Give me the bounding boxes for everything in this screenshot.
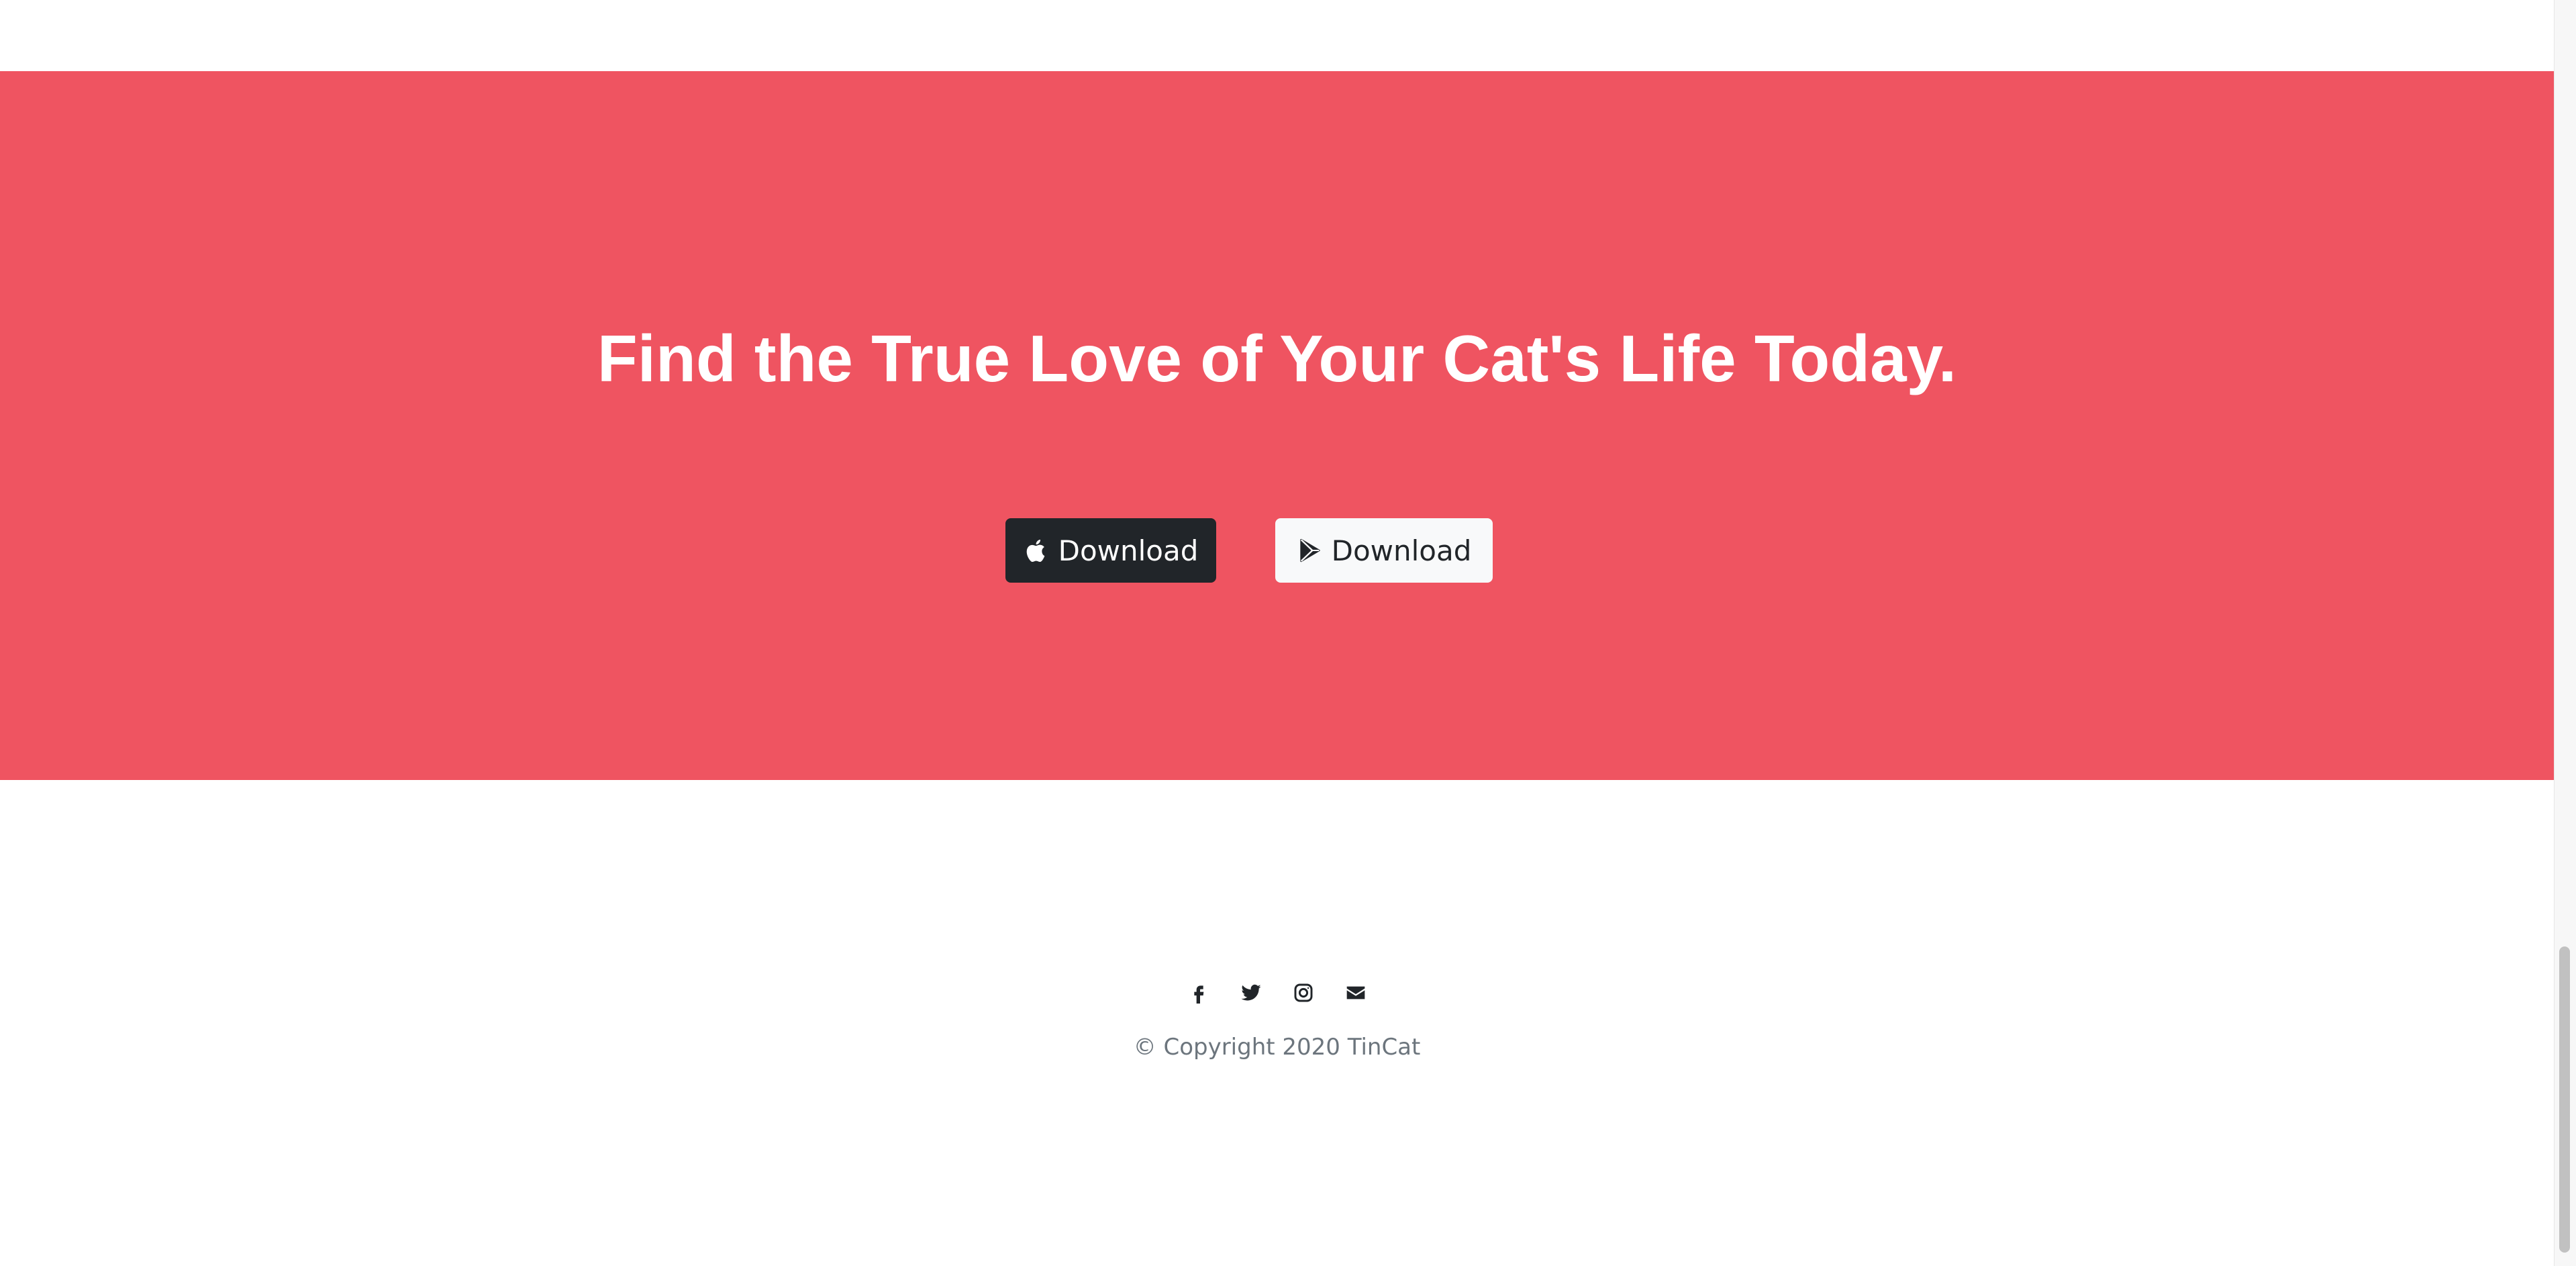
google-play-download-button[interactable]: Download bbox=[1275, 518, 1493, 583]
twitter-link[interactable] bbox=[1240, 981, 1262, 1004]
copyright-text: © Copyright 2020 TinCat bbox=[1133, 1034, 1421, 1061]
google-play-download-label: Download bbox=[1331, 534, 1472, 567]
envelope-icon bbox=[1346, 986, 1365, 1000]
facebook-link[interactable] bbox=[1187, 981, 1210, 1004]
page-viewport: Find the True Love of Your Cat's Life To… bbox=[0, 0, 2554, 1266]
twitter-icon bbox=[1240, 984, 1261, 1001]
apple-download-button[interactable]: Download bbox=[1005, 518, 1216, 583]
scrollbar-thumb[interactable] bbox=[2559, 946, 2570, 1253]
facebook-icon bbox=[1193, 985, 1203, 1004]
social-links bbox=[0, 981, 2554, 1004]
google-play-icon bbox=[1297, 537, 1324, 564]
instagram-icon bbox=[1294, 983, 1312, 1002]
apple-download-label: Download bbox=[1058, 534, 1199, 567]
instagram-link[interactable] bbox=[1292, 981, 1315, 1004]
email-link[interactable] bbox=[1344, 981, 1367, 1004]
cta-title: Find the True Love of Your Cat's Life To… bbox=[597, 322, 1957, 395]
apple-icon bbox=[1024, 537, 1050, 564]
cta-section: Find the True Love of Your Cat's Life To… bbox=[0, 71, 2554, 780]
